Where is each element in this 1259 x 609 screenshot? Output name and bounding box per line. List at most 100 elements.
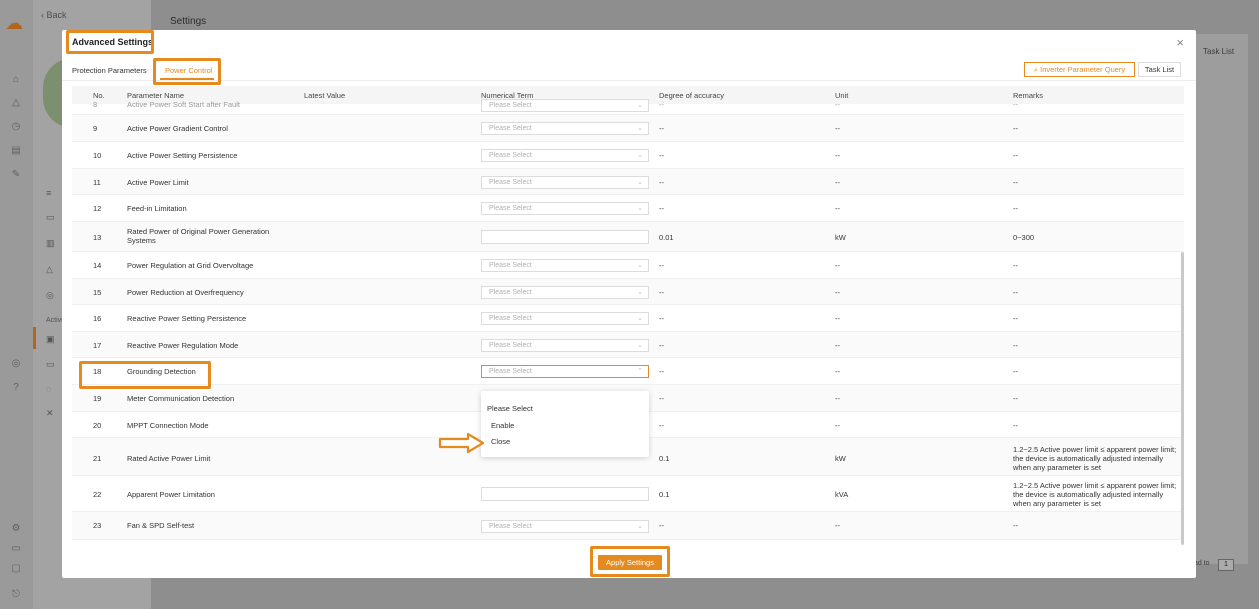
tab-protection-parameters[interactable]: Protection Parameters — [72, 66, 147, 75]
row-accuracy: -- — [659, 261, 664, 270]
row-parameter-name: Grounding Detection — [127, 367, 196, 376]
row-number: 21 — [93, 454, 102, 463]
clock-icon[interactable]: ◷ — [10, 121, 22, 133]
background-task-list-tab[interactable]: Task List — [1203, 47, 1234, 56]
numerical-term-select[interactable]: Please Select ⌄ — [481, 259, 649, 272]
row-accuracy: -- — [659, 204, 664, 213]
row-remarks: -- — [1013, 100, 1018, 109]
row-remarks: 1.2~2.5 Active power limit ≤ apparent po… — [1013, 481, 1177, 508]
row-remarks: -- — [1013, 314, 1018, 323]
row-unit: -- — [835, 178, 840, 187]
home-icon[interactable]: ⌂ — [10, 74, 22, 86]
chevron-down-icon: ⌄ — [637, 205, 643, 212]
numerical-term-select[interactable]: Please Select ⌄ — [481, 149, 649, 162]
pager-input[interactable]: 1 — [1218, 559, 1234, 571]
partial-select[interactable]: Please Select ⌄ — [481, 99, 649, 112]
dropdown-option-close[interactable]: Close — [481, 437, 649, 446]
table-row: 13 Rated Power of Original Power Generat… — [72, 222, 1184, 252]
row-unit: -- — [835, 314, 840, 323]
dropdown-option-enable[interactable]: Enable — [481, 421, 649, 430]
graph-icon[interactable]: ▥ — [46, 238, 56, 248]
table-row: 16 Reactive Power Setting Persistence Pl… — [72, 305, 1184, 332]
advanced-settings-modal: Advanced Settings × Protection Parameter… — [62, 30, 1196, 578]
chevron-down-icon: ⌄ — [637, 125, 643, 132]
chevron-down-icon: ⌄ — [637, 152, 643, 159]
warning-icon[interactable]: △ — [46, 264, 56, 274]
row-number: 10 — [93, 151, 102, 160]
back-label: Back — [46, 10, 67, 20]
dropdown-option-placeholder[interactable]: Please Select — [481, 404, 649, 413]
row-accuracy: 0.1 — [659, 490, 670, 499]
close-icon[interactable]: × — [1176, 36, 1184, 49]
numerical-term-select[interactable]: Please Select ⌄ — [481, 520, 649, 533]
chart-icon[interactable]: ▤ — [10, 145, 22, 157]
row-unit: -- — [835, 421, 840, 430]
tool-icon[interactable]: ✎ — [10, 169, 22, 181]
select-value: Please Select — [489, 289, 532, 296]
row-remarks: -- — [1013, 261, 1018, 270]
row-parameter-name: Active Power Setting Persistence — [127, 151, 238, 160]
tabs-divider — [62, 80, 1196, 81]
row-parameter-name: Rated Active Power Limit — [127, 454, 211, 463]
alarm-icon[interactable]: △ — [10, 97, 22, 109]
logout-icon[interactable]: ⎋ — [10, 589, 22, 601]
tab-power-control[interactable]: Power Control — [165, 66, 213, 75]
apply-settings-button[interactable]: Apply Settings — [598, 555, 662, 570]
row-number: 23 — [93, 521, 102, 530]
back-link[interactable]: ‹ Back — [41, 10, 67, 20]
table-row-grounding-detection: 18 Grounding Detection Please Select ⌃ --… — [72, 358, 1184, 385]
chevron-down-icon: ⌄ — [637, 102, 643, 109]
chevron-down-icon: ⌄ — [637, 315, 643, 322]
list-icon[interactable]: ≡ — [46, 188, 56, 198]
numerical-term-select[interactable]: Please Select ⌄ — [481, 122, 649, 135]
numerical-term-select[interactable]: Please Select ⌄ — [481, 286, 649, 299]
app-nav-rail: ☁ ⌂ △ ◷ ▤ ✎ ◎ ? ⚙ ▭ ▢ ⎋ — [0, 0, 33, 609]
help-icon[interactable]: ? — [10, 382, 22, 394]
numerical-term-select[interactable]: Please Select ⌄ — [481, 339, 649, 352]
bell-icon[interactable]: ◎ — [10, 358, 22, 370]
select-value: Please Select — [489, 262, 532, 269]
row-accuracy: -- — [659, 178, 664, 187]
gear-square-icon[interactable]: ▣ — [46, 334, 56, 344]
row-accuracy: 0.1 — [659, 454, 670, 463]
row-remarks: -- — [1013, 178, 1018, 187]
target-icon[interactable]: ◎ — [46, 290, 56, 300]
row-accuracy: -- — [659, 421, 664, 430]
numerical-term-select[interactable]: Please Select ⌄ — [481, 202, 649, 215]
numerical-term-input[interactable] — [481, 487, 649, 501]
numerical-term-select[interactable]: Please Select ⌄ — [481, 176, 649, 189]
table-scrollbar[interactable] — [1181, 252, 1184, 545]
folder-icon[interactable]: ▭ — [46, 212, 56, 222]
row-parameter-name: Reactive Power Setting Persistence — [127, 314, 247, 323]
row-number: 8 — [93, 100, 98, 109]
network-icon[interactable]: ✕ — [46, 408, 56, 418]
table-row: 14 Power Regulation at Grid Overvoltage … — [72, 252, 1184, 279]
row-number: 9 — [93, 124, 98, 133]
table-row: 11 Active Power Limit Please Select ⌄ -- … — [72, 169, 1184, 195]
grounding-detection-select[interactable]: Please Select ⌃ — [481, 365, 649, 378]
device-icon[interactable]: ▢ — [10, 563, 22, 575]
monitor-icon[interactable]: ▭ — [10, 543, 22, 555]
row-parameter-name: Active Power Limit — [127, 178, 189, 187]
row-remarks: -- — [1013, 521, 1018, 530]
chevron-down-icon: ⌄ — [637, 342, 643, 349]
select-value: Please Select — [489, 523, 532, 530]
select-value: Please Select — [489, 368, 532, 375]
inverter-parameter-query-button[interactable]: ⌕ Inverter Parameter Query — [1024, 62, 1135, 77]
table-row: 15 Power Reduction at Overfrequency Plea… — [72, 279, 1184, 305]
chevron-down-icon: ⌄ — [637, 179, 643, 186]
row-accuracy: -- — [659, 100, 664, 109]
screen-icon[interactable]: ▭ — [46, 359, 56, 369]
select-value: Please Select — [489, 205, 532, 212]
row-parameter-name: Power Reduction at Overfrequency — [127, 288, 244, 297]
row-accuracy: -- — [659, 314, 664, 323]
row-parameter-name: MPPT Connection Mode — [127, 421, 209, 430]
sync-icon[interactable]: ◌ — [46, 384, 56, 394]
row-number: 15 — [93, 288, 102, 297]
numerical-term-input[interactable] — [481, 230, 649, 244]
table-row: 17 Reactive Power Regulation Mode Please… — [72, 332, 1184, 358]
side-active-marker — [33, 327, 36, 349]
task-list-button[interactable]: Task List — [1138, 62, 1181, 77]
settings-icon[interactable]: ⚙ — [10, 523, 22, 535]
numerical-term-select[interactable]: Please Select ⌄ — [481, 312, 649, 325]
